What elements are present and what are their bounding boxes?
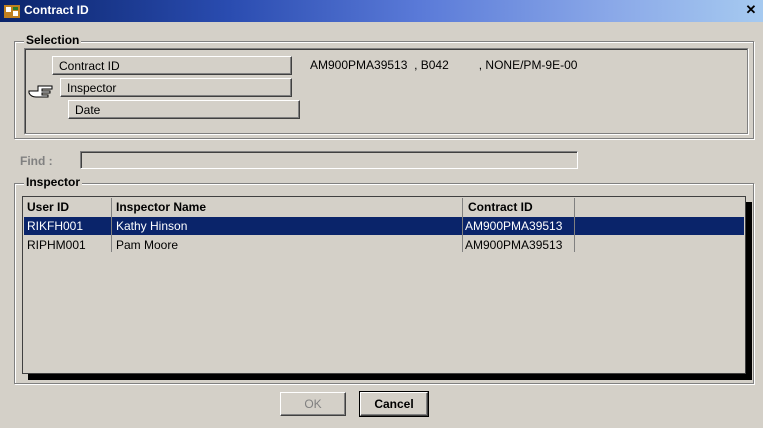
table-row[interactable]: RIPHM001 Pam Moore AM900PMA39513 [24, 236, 744, 254]
cell-user-id: RIPHM001 [27, 238, 86, 252]
tab-date[interactable]: Date [68, 100, 300, 119]
column-header-user-id[interactable]: User ID [27, 198, 69, 216]
find-label: Find : [20, 154, 53, 168]
app-icon [4, 5, 20, 18]
column-divider [111, 198, 112, 252]
selection-group-label: Selection [24, 33, 82, 47]
column-divider [462, 198, 463, 252]
window-title: Contract ID [24, 3, 89, 17]
column-header-contract-id[interactable]: Contract ID [468, 198, 533, 216]
close-icon[interactable]: ✕ [743, 3, 759, 17]
title-bar[interactable]: Contract ID ✕ [0, 0, 763, 22]
tab-contract-id[interactable]: Contract ID [52, 56, 292, 75]
cell-user-id: RIKFH001 [27, 219, 84, 233]
ok-button[interactable]: OK [280, 392, 346, 416]
inspector-grid: User ID Inspector Name Contract ID RIKFH… [24, 198, 744, 372]
pointing-hand-icon [28, 85, 53, 98]
inspector-group-label: Inspector [24, 175, 83, 189]
cancel-button[interactable]: Cancel [359, 391, 429, 417]
cell-contract-id: AM900PMA39513 [465, 219, 563, 233]
cell-inspector-name: Kathy Hinson [116, 219, 188, 233]
column-divider [574, 198, 575, 252]
column-header-inspector-name[interactable]: Inspector Name [116, 198, 206, 216]
cell-inspector-name: Pam Moore [116, 238, 179, 252]
find-input[interactable] [80, 151, 578, 169]
cell-contract-id: AM900PMA39513 [465, 238, 563, 252]
tab-inspector[interactable]: Inspector [60, 78, 292, 97]
contract-value-text: AM900PMA39513 , B042 , NONE/PM-9E-00 [310, 58, 578, 72]
table-row[interactable]: RIKFH001 Kathy Hinson AM900PMA39513 [24, 217, 744, 235]
